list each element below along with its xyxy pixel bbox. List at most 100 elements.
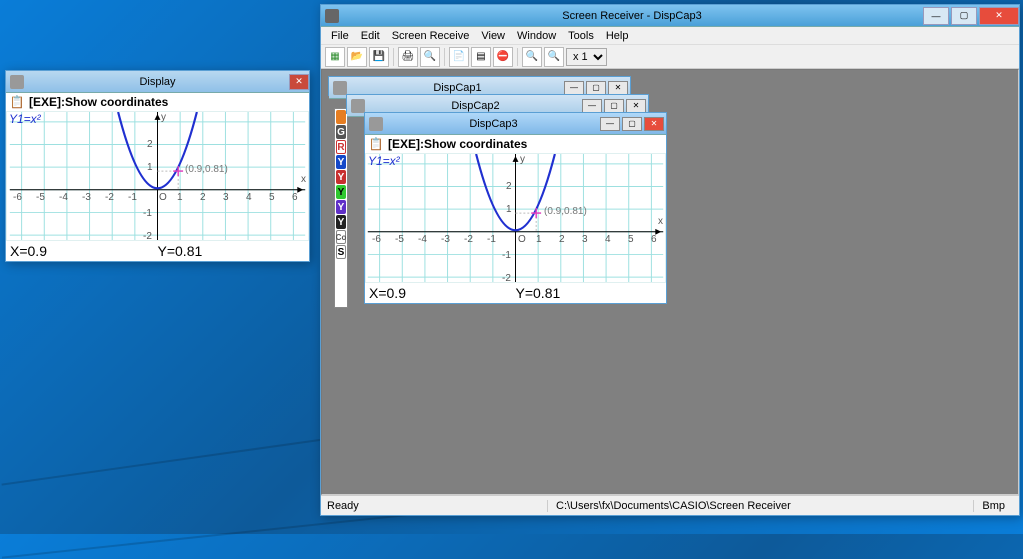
zoom-out-icon[interactable]: 🔍 (522, 47, 542, 67)
mdi-child-icon (369, 117, 383, 131)
x-tick: -6 (13, 192, 22, 203)
display-window-icon (10, 75, 24, 89)
mdi-minimize-button[interactable]: — (564, 81, 584, 95)
x-tick: 5 (269, 192, 275, 203)
y-tick: 2 (506, 181, 512, 192)
x-axis-label: x (301, 174, 306, 185)
open-icon[interactable]: 📂 (347, 47, 367, 67)
display-window: Display ✕ 📋 [EXE]:Show coordinates (5, 70, 310, 262)
mdi-child-icon (351, 99, 365, 113)
mdi-child-title: DispCap1 (351, 82, 564, 94)
y-tick: -1 (143, 208, 152, 219)
x-tick: 1 (177, 192, 183, 203)
y-readout: Y=0.81 (158, 243, 306, 259)
x-tick: -2 (464, 234, 473, 245)
toolbar: ▦ 📂 💾 🖨 🔍 📄 ▤ ⛔ 🔍 🔍 x 1 (321, 45, 1019, 69)
y-tick: 1 (147, 162, 153, 173)
mdi-child-dispcap2[interactable]: DispCap2 — ▢ ✕ (346, 94, 649, 114)
peek-chip: Y (336, 200, 346, 214)
y-axis-label: y (161, 112, 166, 123)
function-label: Y1=x² (368, 154, 400, 168)
status-ready: Ready (327, 500, 547, 512)
display-close-button[interactable]: ✕ (289, 74, 309, 90)
x-tick: -6 (372, 234, 381, 245)
function-label: Y1=x² (9, 112, 41, 126)
mdi-maximize-button[interactable]: ▢ (586, 81, 606, 95)
status-format: Bmp (973, 500, 1013, 512)
new-icon[interactable]: ▦ (325, 47, 345, 67)
peek-chip (336, 110, 346, 124)
x-tick: -5 (36, 192, 45, 203)
stop-icon[interactable]: ⛔ (493, 47, 513, 67)
peek-chip: G (336, 125, 346, 139)
mdi-child-title: DispCap2 (369, 100, 582, 112)
statusbar: Ready C:\Users\fx\Documents\CASIO\Screen… (321, 495, 1019, 515)
menu-edit[interactable]: Edit (355, 30, 386, 42)
x-tick: -1 (487, 234, 496, 245)
mdi-close-button[interactable]: ✕ (644, 117, 664, 131)
mdi-close-button[interactable]: ✕ (608, 81, 628, 95)
mdi-minimize-button[interactable]: — (600, 117, 620, 131)
mdi-area[interactable]: G R Y Y Y Y Y Co S DispCap1 — ▢ ✕ (321, 69, 1019, 495)
peek-chip: Y (336, 170, 346, 184)
x-tick: 2 (200, 192, 206, 203)
x-axis-label: x (658, 216, 663, 227)
menu-tools[interactable]: Tools (562, 30, 600, 42)
mdi-maximize-button[interactable]: ▢ (622, 117, 642, 131)
side-peek-panel: G R Y Y Y Y Y Co S (334, 108, 348, 308)
graph-plot-area[interactable]: Y1=x² y x O 1 2 -1 -2 -6 -5 -4 -3 -2 -1 … (6, 111, 309, 241)
x-tick: 2 (559, 234, 565, 245)
peek-chip: Y (336, 215, 346, 229)
cursor-coord-label: (0.9,0.81) (544, 206, 587, 217)
minimize-button[interactable]: — (923, 7, 949, 25)
x-tick: -5 (395, 234, 404, 245)
y-axis-label: y (520, 154, 525, 165)
x-tick: -4 (418, 234, 427, 245)
mdi-close-button[interactable]: ✕ (626, 99, 646, 113)
origin-label: O (159, 192, 167, 203)
x-readout: X=0.9 (369, 285, 516, 301)
menu-window[interactable]: Window (511, 30, 562, 42)
maximize-button[interactable]: ▢ (951, 7, 977, 25)
copy-icon[interactable]: 📄 (449, 47, 469, 67)
app-icon (325, 9, 339, 23)
x-tick: -3 (82, 192, 91, 203)
y-tick: -1 (502, 250, 511, 261)
x-tick: 3 (223, 192, 229, 203)
print-icon[interactable]: 🖨 (398, 47, 418, 67)
desktop-decoration (2, 436, 339, 485)
x-tick: -1 (128, 192, 137, 203)
menu-help[interactable]: Help (600, 30, 635, 42)
close-button[interactable]: ✕ (979, 7, 1019, 25)
menu-screen-receive[interactable]: Screen Receive (386, 30, 476, 42)
mdi-maximize-button[interactable]: ▢ (604, 99, 624, 113)
y-tick: -2 (502, 273, 511, 284)
mdi-child-dispcap3[interactable]: DispCap3 — ▢ ✕ 📋 [EXE]:Show coordinates (364, 112, 667, 304)
menu-view[interactable]: View (475, 30, 511, 42)
main-titlebar[interactable]: Screen Receiver - DispCap3 — ▢ ✕ (321, 5, 1019, 27)
mdi-child-dispcap1[interactable]: DispCap1 — ▢ ✕ (328, 76, 631, 96)
main-window: Screen Receiver - DispCap3 — ▢ ✕ File Ed… (320, 4, 1020, 516)
status-path: C:\Users\fx\Documents\CASIO\Screen Recei… (547, 500, 973, 512)
display-titlebar[interactable]: Display ✕ (6, 71, 309, 93)
save-icon[interactable]: 💾 (369, 47, 389, 67)
print-preview-icon[interactable]: 🔍 (420, 47, 440, 67)
x-tick: 6 (651, 234, 657, 245)
mdi-child-title: DispCap3 (387, 118, 600, 130)
graph-plot-area[interactable]: Y1=x² y x O 1 2 -1 -2 -6 -5 -4 -3 -2 -1 … (365, 153, 666, 283)
y-readout: Y=0.81 (516, 285, 663, 301)
y-tick: -2 (143, 231, 152, 242)
y-tick: 1 (506, 204, 512, 215)
zoom-in-icon[interactable]: 🔍 (544, 47, 564, 67)
capture-icon[interactable]: ▤ (471, 47, 491, 67)
toolbar-separator (517, 48, 518, 66)
menu-file[interactable]: File (325, 30, 355, 42)
x-tick: -3 (441, 234, 450, 245)
zoom-select[interactable]: x 1 (566, 48, 607, 66)
mdi-child-icon (333, 81, 347, 95)
display-title: Display (28, 76, 287, 88)
toolbar-separator (444, 48, 445, 66)
mdi-minimize-button[interactable]: — (582, 99, 602, 113)
clipboard-icon: 📋 (9, 94, 25, 110)
x-tick: -2 (105, 192, 114, 203)
